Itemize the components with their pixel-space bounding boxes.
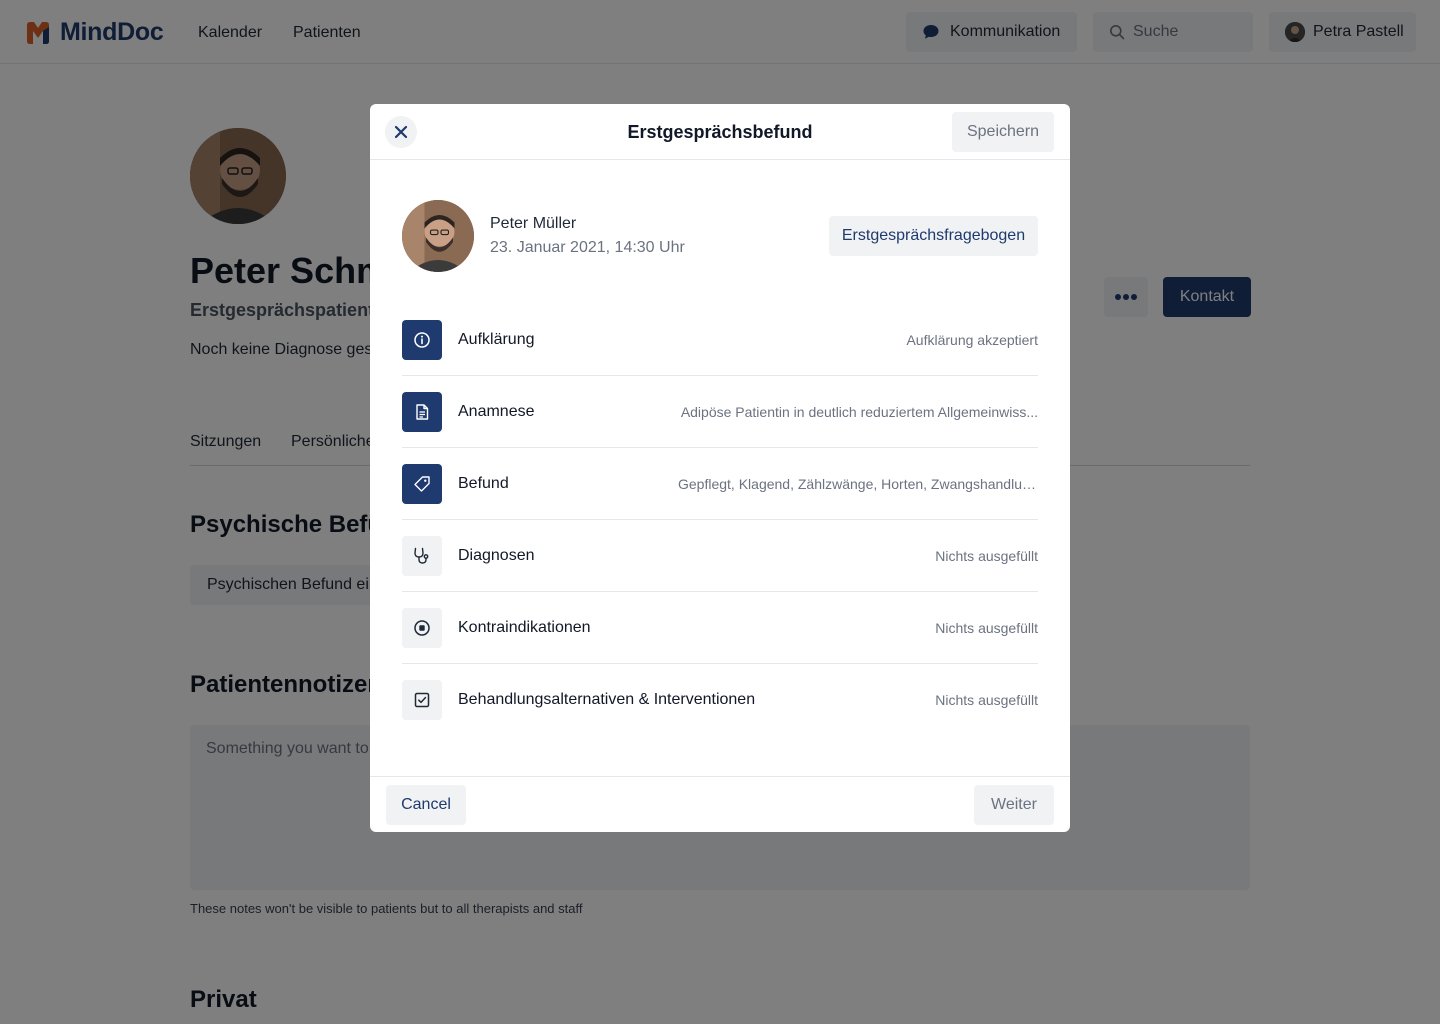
patient-name: Peter Müller xyxy=(490,215,577,232)
info-icon xyxy=(402,319,442,360)
section-row-diagnosen[interactable]: Diagnosen Nichts ausgefüllt xyxy=(402,520,1038,592)
section-row-behandlungsalternativen[interactable]: Behandlungsalternativen & Interventionen… xyxy=(402,664,1038,736)
appointment-date: 23. Januar 2021, 14:30 Uhr xyxy=(490,239,685,256)
cancel-button[interactable]: Cancel xyxy=(386,785,466,825)
section-value: Nichts ausgefüllt xyxy=(935,619,1038,636)
stop-circle-icon xyxy=(402,607,442,648)
section-value: Aufklärung akzeptiert xyxy=(906,331,1038,348)
stethoscope-icon xyxy=(402,535,442,576)
section-value: Gepflegt, Klagend, Zählzwänge, Horten, Z… xyxy=(678,475,1038,492)
section-row-aufklaerung[interactable]: Aufklärung Aufklärung akzeptiert xyxy=(402,304,1038,376)
section-value: Nichts ausgefüllt xyxy=(935,547,1038,564)
checkbox-icon xyxy=(402,680,442,720)
patient-avatar xyxy=(402,200,474,272)
section-row-anamnese[interactable]: Anamnese Adipöse Patientin in deutlich r… xyxy=(402,376,1038,448)
modal-header: Erstgesprächsbefund Speichern xyxy=(370,104,1070,160)
section-label: Kontraindikationen xyxy=(458,618,591,636)
section-label: Behandlungsalternativen & Interventionen xyxy=(458,691,756,708)
modal-footer: Cancel Weiter xyxy=(370,776,1070,832)
section-label: Befund xyxy=(458,474,509,492)
initial-assessment-modal: Erstgesprächsbefund Speichern Peter Müll… xyxy=(370,104,1070,832)
questionnaire-button[interactable]: Erstgesprächsfragebogen xyxy=(829,216,1038,256)
section-label: Aufklärung xyxy=(458,330,535,348)
section-row-kontraindikationen[interactable]: Kontraindikationen Nichts ausgefüllt xyxy=(402,592,1038,664)
save-button[interactable]: Speichern xyxy=(952,112,1054,152)
next-button[interactable]: Weiter xyxy=(974,785,1054,825)
section-row-befund[interactable]: Befund Gepflegt, Klagend, Zählzwänge, Ho… xyxy=(402,448,1038,520)
tag-icon xyxy=(402,463,442,504)
assessment-sections-list: Aufklärung Aufklärung akzeptiert Anamnes… xyxy=(402,304,1038,736)
section-label: Diagnosen xyxy=(458,546,535,564)
section-value: Adipöse Patientin in deutlich reduzierte… xyxy=(680,403,1038,420)
section-label: Anamnese xyxy=(458,402,535,420)
document-icon xyxy=(402,391,442,432)
section-value: Nichts ausgefüllt xyxy=(935,692,1038,708)
